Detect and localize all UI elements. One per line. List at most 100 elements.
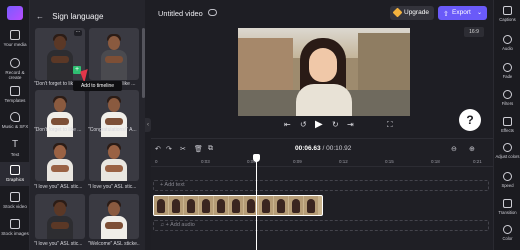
tile-caption: "I love you" ASL stic... [34,184,83,190]
sticker-tile[interactable] [89,28,139,80]
time-separator: / [322,145,325,152]
playback-controls: ⇤ ↺ ▶ ↻ ⇥ ⛶ [282,119,402,134]
graphics-panel: ← Sign language ··· "Don't forget to lik… [30,0,145,250]
tile-caption: "Congratulations!" A... [88,127,137,133]
playhead-handle[interactable] [253,154,260,162]
effects-icon [503,117,512,126]
rail-item-audio[interactable]: Audio [494,35,520,51]
color-icon [503,225,512,234]
folder-icon [10,30,20,40]
ruler-tick: 0:03 [201,159,210,164]
ruler-tick: 0:21 [473,159,482,164]
forward-5s-icon[interactable]: ↻ [332,120,339,129]
add-text-track[interactable]: + Add text [153,180,489,191]
rail-item-text[interactable]: T Text [0,139,30,158]
add-audio-track[interactable]: ♫ + Add audio [153,220,489,231]
rail-item-color[interactable]: Color [494,225,520,241]
zoom-out-icon[interactable]: ⊖ [451,145,457,153]
more-options-icon[interactable]: ··· [74,30,82,36]
audio-icon [503,35,512,44]
sticker-tile[interactable] [89,137,139,181]
export-button[interactable]: ⇧ Export ⌄ [438,6,487,20]
current-time: 00:06.63 [295,145,321,152]
ruler-tick: 0:15 [385,159,394,164]
skip-forward-icon[interactable]: ⇥ [347,120,354,129]
rail-item-stock-video[interactable]: Stock video [0,192,30,209]
timecode: 00:06.63 / 00:10.92 [295,145,351,152]
fullscreen-icon[interactable]: ⛶ [387,120,393,130]
video-clip[interactable] [153,195,323,216]
clipchamp-logo-icon[interactable] [7,6,23,20]
timeline: ↶ ↷ ✂ 🗑 ⧉ 00:06.63 / 00:10.92 ⊖ ⊕ 0 0:03… [151,138,493,250]
upgrade-button[interactable]: Upgrade [390,6,434,20]
rail-item-music-sfx[interactable]: Music & SFX [0,112,30,129]
undo-icon[interactable]: ↶ [155,145,161,153]
cloud-sync-icon[interactable] [208,9,217,16]
sticker-tile[interactable] [89,90,139,142]
split-icon[interactable]: ✂ [180,145,186,153]
rail-item-fade[interactable]: Fade [494,63,520,79]
stock-images-icon [10,219,20,229]
record-icon [10,58,20,68]
sticker-tile[interactable] [35,137,85,181]
rail-item-effects[interactable]: Effects [494,117,520,133]
export-arrow-icon: ⇧ [443,11,449,18]
rail-item-stock-images[interactable]: Stock images [0,219,30,236]
skip-back-icon[interactable]: ⇤ [284,120,291,129]
help-button[interactable]: ? [459,109,481,131]
back-arrow-icon[interactable]: ← [36,12,44,21]
sticker-tile[interactable] [35,194,85,239]
total-time: 00:10.92 [326,145,352,152]
panel-title: Sign language [52,12,104,21]
rewind-5s-icon[interactable]: ↺ [300,120,307,129]
zoom-in-icon[interactable]: ⊕ [469,145,475,153]
rail-item-your-media[interactable]: Your media [0,30,30,47]
rail-item-transition[interactable]: Transition [494,199,520,215]
diamond-icon [392,7,403,18]
time-ruler[interactable]: 0 0:03 0:06 0:09 0:12 0:15 0:18 0:21 [151,157,493,167]
graphics-icon [10,165,20,175]
speed-icon [503,172,512,181]
left-rail: Your media Record & create Templates Mus… [0,0,30,250]
top-bar: Untitled video Upgrade ⇧ Export ⌄ [151,0,493,28]
rail-item-templates[interactable]: Templates [0,86,30,103]
ruler-tick: 0 [155,159,158,164]
tile-caption: "I love you" ASL stic... [88,184,137,190]
rail-item-adjust-colors[interactable]: Adjust colors [494,143,520,159]
sticker-tile[interactable] [35,90,85,142]
chevron-down-icon: ⌄ [476,10,482,16]
aspect-ratio-button[interactable]: 16:9 [464,27,484,37]
adjust-colors-icon [503,143,512,152]
filters-icon [503,90,512,99]
rail-item-captions[interactable]: Captions [494,6,520,22]
text-icon: T [11,139,19,150]
rail-item-graphics[interactable]: Graphics [0,162,30,186]
delete-icon[interactable]: 🗑 [194,145,203,153]
rail-item-record-create[interactable]: Record & create [0,58,30,80]
panel-header: ← Sign language [36,12,103,21]
rail-item-speed[interactable]: Speed [494,172,520,188]
sticker-tile[interactable] [89,194,139,239]
rail-item-filters[interactable]: Filters [494,90,520,106]
tile-caption: "Welcome" ASL sticke... [88,241,140,247]
panel-scrollbar[interactable] [142,28,145,98]
fade-icon [503,63,512,72]
tile-caption: "I love you" ASL stic... [34,241,83,247]
music-icon [10,112,20,122]
play-button[interactable]: ▶ [315,119,323,130]
duplicate-icon[interactable]: ⧉ [208,145,213,153]
right-rail: Captions Audio Fade Filters Effects Adju… [493,0,520,250]
redo-icon[interactable]: ↷ [166,145,172,153]
tile-caption: "Don't forget to like ... [34,127,82,133]
project-title[interactable]: Untitled video [158,9,203,18]
ruler-tick: 0:18 [431,159,440,164]
captions-icon [503,6,512,15]
ruler-tick: 0:09 [293,159,302,164]
video-preview[interactable] [238,28,410,116]
templates-icon [10,86,20,96]
transition-icon [503,199,512,208]
add-to-timeline-tooltip: Add to timeline [73,81,122,91]
collapse-panel-button[interactable]: ‹ [145,118,151,132]
playhead[interactable] [256,156,257,250]
stock-video-icon [10,192,20,202]
